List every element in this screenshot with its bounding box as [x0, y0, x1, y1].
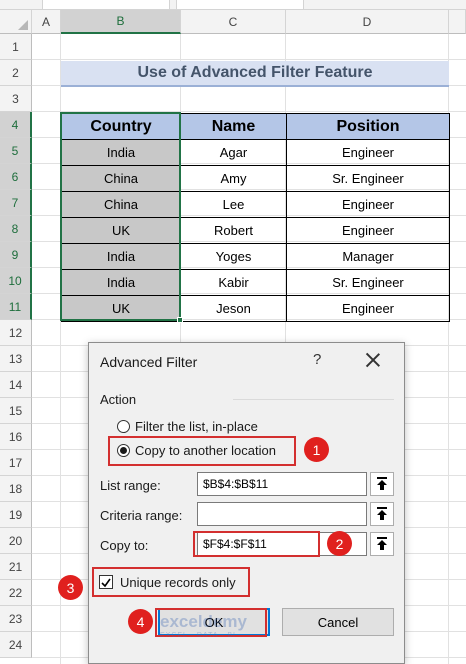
name-cell[interactable]: Yoges	[180, 243, 287, 270]
row-header-19[interactable]: 19	[0, 502, 32, 528]
name-cell[interactable]: Kabir	[180, 269, 287, 296]
position-cell[interactable]: Sr. Engineer	[286, 165, 450, 192]
row-header-1[interactable]: 1	[0, 34, 32, 60]
position-cell[interactable]: Engineer	[286, 217, 450, 244]
select-all-corner[interactable]	[0, 10, 32, 34]
copy-to-location-label[interactable]: Copy to another location	[135, 443, 276, 458]
collapse-arrow-icon	[377, 537, 387, 550]
country-cell[interactable]: UK	[61, 217, 181, 244]
list-range-label: List range:	[100, 478, 161, 493]
row-header-13[interactable]: 13	[0, 346, 32, 372]
header-position[interactable]: Position	[286, 113, 450, 140]
table-row: China Amy Sr. Engineer	[61, 165, 450, 192]
country-cell[interactable]: India	[61, 269, 181, 296]
action-group-label: Action	[100, 392, 137, 407]
row-header-9[interactable]: 9	[0, 242, 32, 268]
position-cell[interactable]: Engineer	[286, 191, 450, 218]
table-row: China Lee Engineer	[61, 191, 450, 218]
position-cell[interactable]: Sr. Engineer	[286, 269, 450, 296]
table-row: UK Robert Engineer	[61, 217, 450, 244]
row-header-17[interactable]: 17	[0, 450, 32, 476]
row-header-8[interactable]: 8	[0, 216, 32, 242]
row-header-16[interactable]: 16	[0, 424, 32, 450]
filter-in-place-label[interactable]: Filter the list, in-place	[135, 419, 258, 434]
row-header-20[interactable]: 20	[0, 528, 32, 554]
copy-to-label: Copy to:	[100, 538, 149, 553]
name-cell[interactable]: Amy	[180, 165, 287, 192]
row-header-4[interactable]: 4	[0, 112, 32, 138]
table-row: India Yoges Manager	[61, 243, 450, 270]
step-badge-3: 3	[58, 575, 83, 600]
ok-button[interactable]: OK	[158, 608, 270, 636]
row-header-3[interactable]: 3	[0, 86, 32, 112]
list-range-input[interactable]: $B$4:$B$11	[197, 472, 367, 496]
name-cell[interactable]: Jeson	[180, 295, 287, 322]
table-row: India Agar Engineer	[61, 139, 450, 166]
step-badge-2: 2	[327, 531, 352, 556]
row-header-21[interactable]: 21	[0, 554, 32, 580]
row-header-10[interactable]: 10	[0, 268, 32, 294]
unique-records-label[interactable]: Unique records only	[120, 575, 236, 590]
country-cell[interactable]: China	[61, 165, 181, 192]
position-cell[interactable]: Manager	[286, 243, 450, 270]
row-header-18[interactable]: 18	[0, 476, 32, 502]
header-name[interactable]: Name	[180, 113, 287, 140]
top-tab-strip	[0, 0, 466, 10]
country-cell[interactable]: India	[61, 243, 181, 270]
divider	[233, 399, 394, 400]
row-header-7[interactable]: 7	[0, 190, 32, 216]
collapse-arrow-icon	[377, 477, 387, 490]
name-cell[interactable]: Lee	[180, 191, 287, 218]
column-header-c[interactable]: C	[181, 10, 286, 34]
tab[interactable]	[176, 0, 304, 10]
filter-in-place-radio[interactable]	[117, 420, 130, 433]
unique-records-checkbox[interactable]	[99, 575, 113, 589]
copy-to-location-radio[interactable]	[117, 444, 130, 457]
help-icon[interactable]: ?	[313, 351, 321, 368]
criteria-range-input[interactable]	[197, 502, 367, 526]
column-header-e[interactable]	[449, 10, 466, 34]
row-header-22[interactable]: 22	[0, 580, 32, 606]
header-country[interactable]: Country	[61, 113, 181, 140]
row-header-2[interactable]: 2	[0, 60, 32, 86]
country-cell[interactable]: India	[61, 139, 181, 166]
country-cell[interactable]: China	[61, 191, 181, 218]
position-cell[interactable]: Engineer	[286, 295, 450, 322]
step-badge-1: 1	[304, 437, 329, 462]
column-header-a[interactable]: A	[32, 10, 61, 34]
country-cell[interactable]: UK	[61, 295, 181, 322]
criteria-range-label: Criteria range:	[100, 508, 183, 523]
table-row: UK Jeson Engineer	[61, 295, 450, 322]
list-range-collapse-button[interactable]	[370, 472, 394, 496]
tab[interactable]	[42, 0, 170, 10]
name-cell[interactable]: Robert	[180, 217, 287, 244]
position-cell[interactable]: Engineer	[286, 139, 450, 166]
row-header-14[interactable]: 14	[0, 372, 32, 398]
collapse-arrow-icon	[377, 507, 387, 520]
row-header-6[interactable]: 6	[0, 164, 32, 190]
row-header-23[interactable]: 23	[0, 606, 32, 632]
row-header-11[interactable]: 11	[0, 294, 32, 320]
criteria-range-collapse-button[interactable]	[370, 502, 394, 526]
close-icon[interactable]	[365, 352, 381, 368]
row-header-24[interactable]: 24	[0, 632, 32, 658]
copy-to-collapse-button[interactable]	[370, 532, 394, 556]
cancel-button[interactable]: Cancel	[282, 608, 394, 636]
column-header-b[interactable]: B	[61, 10, 181, 34]
checkmark-icon	[101, 578, 111, 588]
sheet-title: Use of Advanced Filter Feature	[61, 61, 449, 87]
table-row: India Kabir Sr. Engineer	[61, 269, 450, 296]
step-badge-4: 4	[128, 609, 153, 634]
column-header-d[interactable]: D	[286, 10, 449, 34]
row-header-12[interactable]: 12	[0, 320, 32, 346]
row-header-5[interactable]: 5	[0, 138, 32, 164]
dialog-title: Advanced Filter	[100, 354, 198, 370]
data-table: Country Name Position India Agar Engineer C…	[61, 113, 450, 322]
row-header-15[interactable]: 15	[0, 398, 32, 424]
name-cell[interactable]: Agar	[180, 139, 287, 166]
